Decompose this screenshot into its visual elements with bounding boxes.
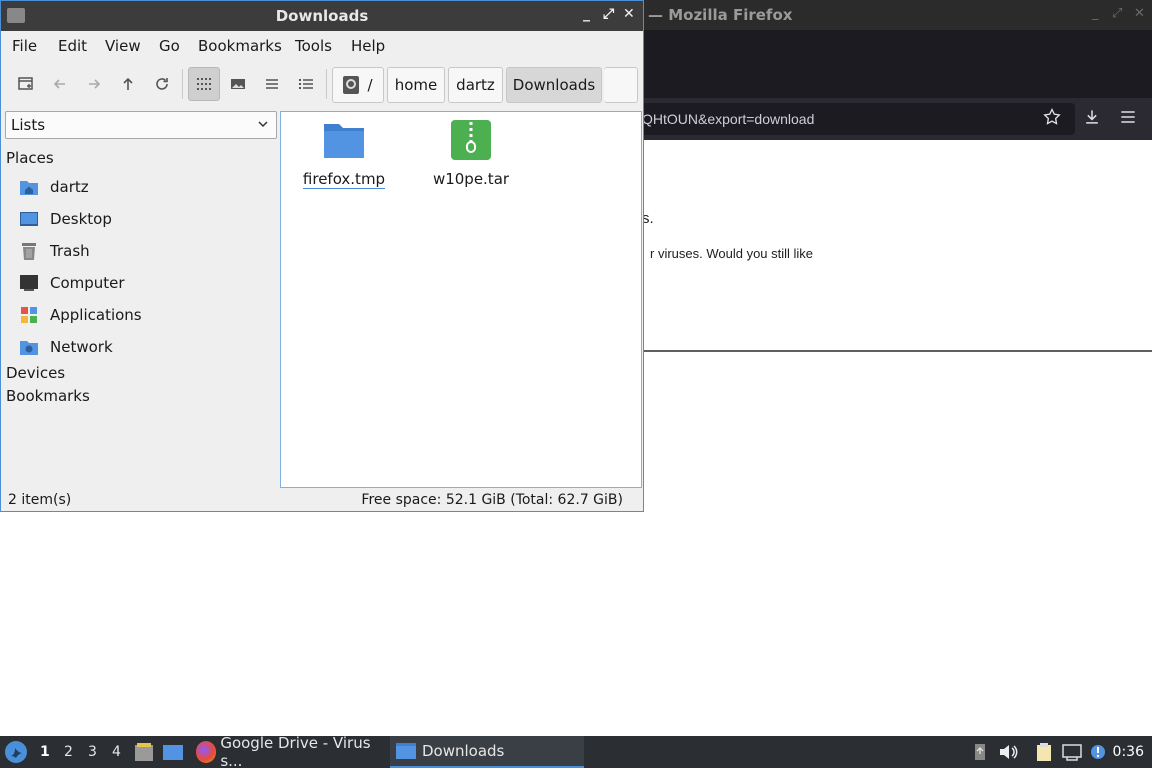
url-text[interactable]: QHtOUN&export=download [642, 111, 814, 127]
breadcrumb-spacer [604, 67, 638, 103]
network-icon [18, 336, 40, 358]
places-heading: Places [6, 149, 54, 167]
firefox-window-title: — Mozilla Firefox [648, 6, 793, 24]
taskbar: 1 2 3 4 Google Drive - Virus s... Downlo… [0, 734, 1152, 770]
menu-view[interactable]: View [105, 37, 141, 55]
folder-icon [294, 118, 394, 162]
sidebar-item-desktop[interactable]: Desktop [18, 206, 268, 232]
desktop-launcher-icon[interactable] [162, 742, 184, 762]
toolbar-separator [182, 69, 183, 99]
maximize-icon[interactable]: ⤢ [1112, 6, 1122, 21]
new-tab-icon[interactable] [10, 67, 42, 101]
menu-tools[interactable]: Tools [295, 37, 332, 55]
breadcrumb-downloads[interactable]: Downloads [506, 67, 602, 103]
home-folder-icon [18, 176, 40, 198]
computer-icon [18, 272, 40, 294]
reload-icon[interactable] [146, 67, 178, 101]
maximize-icon[interactable]: ⤢ [603, 6, 614, 22]
task-firefox[interactable]: Google Drive - Virus s... [192, 734, 384, 770]
menu-help[interactable]: Help [351, 37, 385, 55]
file-manager-titlebar[interactable]: Downloads _ ⤢ ✕ [1, 1, 643, 31]
up-arrow-icon[interactable] [112, 67, 144, 101]
sidebar-item-trash[interactable]: Trash [18, 238, 268, 264]
toolbar-separator [326, 69, 327, 99]
forward-arrow-icon[interactable] [78, 67, 110, 101]
thumbnail-view-icon[interactable] [222, 67, 254, 101]
clipboard-icon[interactable] [1034, 742, 1054, 762]
breadcrumb-root-label: / [367, 76, 373, 94]
workspace-2[interactable]: 2 [64, 744, 73, 760]
workspace-3[interactable]: 3 [88, 744, 97, 760]
task-label: Google Drive - Virus s... [220, 734, 371, 770]
sidebar-item-applications[interactable]: Applications [18, 302, 268, 328]
menu-file[interactable]: File [12, 37, 37, 55]
menu-bookmarks[interactable]: Bookmarks [198, 37, 282, 55]
detailed-list-view-icon[interactable] [290, 67, 322, 101]
side-pane: Lists Places dartz Desktop Trash Compute… [3, 111, 277, 491]
file-manager-launcher-icon[interactable] [134, 742, 154, 762]
item-count: 2 item(s) [8, 492, 72, 508]
menu-bar: File Edit View Go Bookmarks Tools Help [1, 31, 643, 61]
window-title: Downloads [275, 7, 369, 25]
devices-heading: Devices [6, 364, 66, 382]
minimize-icon[interactable]: _ [583, 6, 590, 22]
file-item-firefox-tmp[interactable]: firefox.tmp [294, 118, 394, 189]
close-icon[interactable]: ✕ [623, 6, 635, 22]
side-pane-mode-value: Lists [11, 116, 46, 134]
notification-icon[interactable] [1088, 742, 1108, 762]
trash-icon [18, 240, 40, 262]
page-text-fragment-2: r viruses. Would you still like [650, 246, 814, 261]
breadcrumb-root[interactable]: / [332, 67, 384, 103]
breadcrumb-home[interactable]: home [387, 67, 445, 103]
file-name: firefox.tmp [302, 170, 386, 189]
compact-view-icon[interactable] [256, 67, 288, 101]
close-icon[interactable]: ✕ [1134, 6, 1145, 21]
sidebar-item-dartz[interactable]: dartz [18, 174, 268, 200]
network-connection-icon[interactable] [1062, 742, 1082, 762]
hamburger-menu-icon[interactable] [1118, 107, 1142, 131]
breadcrumb-dartz[interactable]: dartz [448, 67, 503, 103]
sidebar-item-network[interactable]: Network [18, 334, 268, 360]
workspace-1[interactable]: 1 [40, 744, 50, 760]
workspace-4[interactable]: 4 [112, 744, 121, 760]
firefox-icon [196, 741, 217, 763]
toolbar: / home dartz Downloads [1, 63, 643, 107]
archive-icon [421, 118, 521, 162]
file-item-w10pe-tar[interactable]: w10pe.tar [421, 118, 521, 188]
drive-icon [343, 76, 360, 94]
file-name: w10pe.tar [432, 170, 510, 188]
side-pane-mode-select[interactable]: Lists [5, 111, 277, 139]
desktop-icon [18, 208, 40, 230]
icon-view-icon[interactable] [188, 67, 220, 101]
status-bar: 2 item(s) Free space: 52.1 GiB (Total: 6… [1, 489, 643, 511]
battery-icon[interactable] [970, 742, 990, 762]
back-arrow-icon[interactable] [44, 67, 76, 101]
file-view[interactable]: firefox.tmp w10pe.tar [280, 111, 642, 488]
chevron-down-icon [256, 117, 270, 135]
start-menu-icon[interactable] [5, 741, 27, 763]
task-downloads[interactable]: Downloads [390, 736, 584, 768]
menu-go[interactable]: Go [159, 37, 180, 55]
menu-edit[interactable]: Edit [58, 37, 87, 55]
bookmark-star-icon[interactable] [1042, 107, 1066, 131]
applications-icon [18, 304, 40, 326]
sidebar-item-computer[interactable]: Computer [18, 270, 268, 296]
bookmarks-heading: Bookmarks [6, 387, 90, 405]
folder-icon [396, 743, 416, 759]
clock[interactable]: 0:36 [1113, 744, 1144, 760]
task-label: Downloads [422, 742, 505, 760]
downloads-icon[interactable] [1082, 107, 1106, 131]
file-manager-window: Downloads _ ⤢ ✕ File Edit View Go Bookma… [0, 0, 644, 512]
free-space: Free space: 52.1 GiB (Total: 62.7 GiB) [361, 492, 623, 508]
minimize-icon[interactable]: _ [1092, 6, 1099, 21]
volume-icon[interactable] [998, 742, 1018, 762]
page-divider [642, 350, 1152, 352]
